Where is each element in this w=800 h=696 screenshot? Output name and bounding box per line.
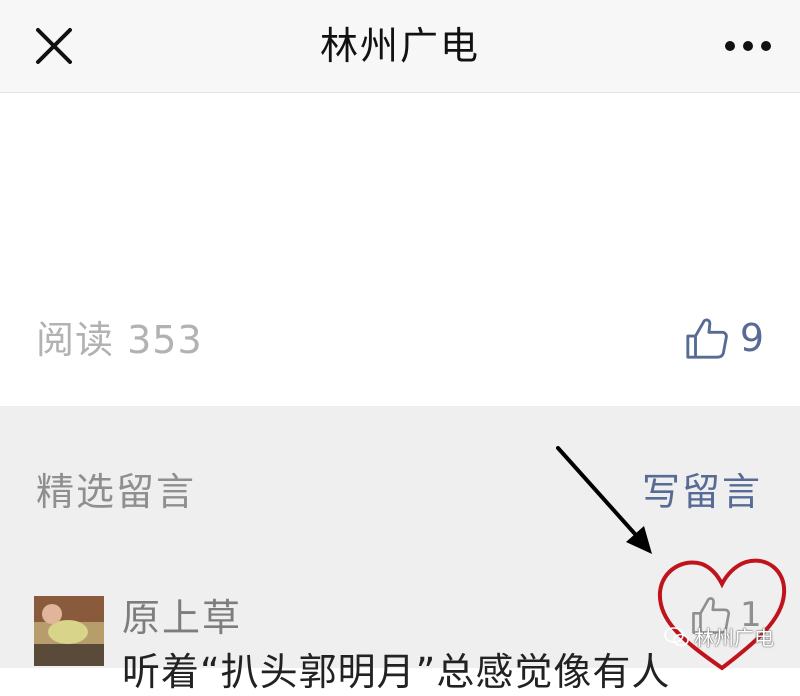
featured-comments-title: 精选留言 bbox=[36, 470, 197, 514]
comment-author: 原上草 bbox=[122, 596, 243, 640]
more-button[interactable] bbox=[720, 26, 776, 66]
thumbs-up-icon bbox=[686, 318, 728, 359]
read-label: 阅读 bbox=[36, 318, 115, 362]
read-number: 353 bbox=[127, 318, 203, 362]
annotation-arrow bbox=[556, 446, 652, 554]
watermark: 林州广电 bbox=[664, 622, 774, 651]
avatar[interactable] bbox=[34, 596, 104, 666]
more-dots-icon bbox=[725, 41, 771, 51]
article-like-button[interactable]: 9 bbox=[684, 310, 764, 366]
page-title: 林州广电 bbox=[319, 24, 480, 68]
user-avatar bbox=[34, 596, 104, 666]
nav-bar: 林州广电 bbox=[0, 0, 800, 93]
watermark-text: 林州广电 bbox=[694, 626, 774, 650]
comment-text: 听着“扒头郭明月”总感觉像有人 bbox=[122, 650, 671, 694]
wechat-icon bbox=[664, 626, 689, 646]
like-count: 9 bbox=[739, 316, 764, 360]
read-count: 阅读 353 bbox=[36, 316, 203, 364]
